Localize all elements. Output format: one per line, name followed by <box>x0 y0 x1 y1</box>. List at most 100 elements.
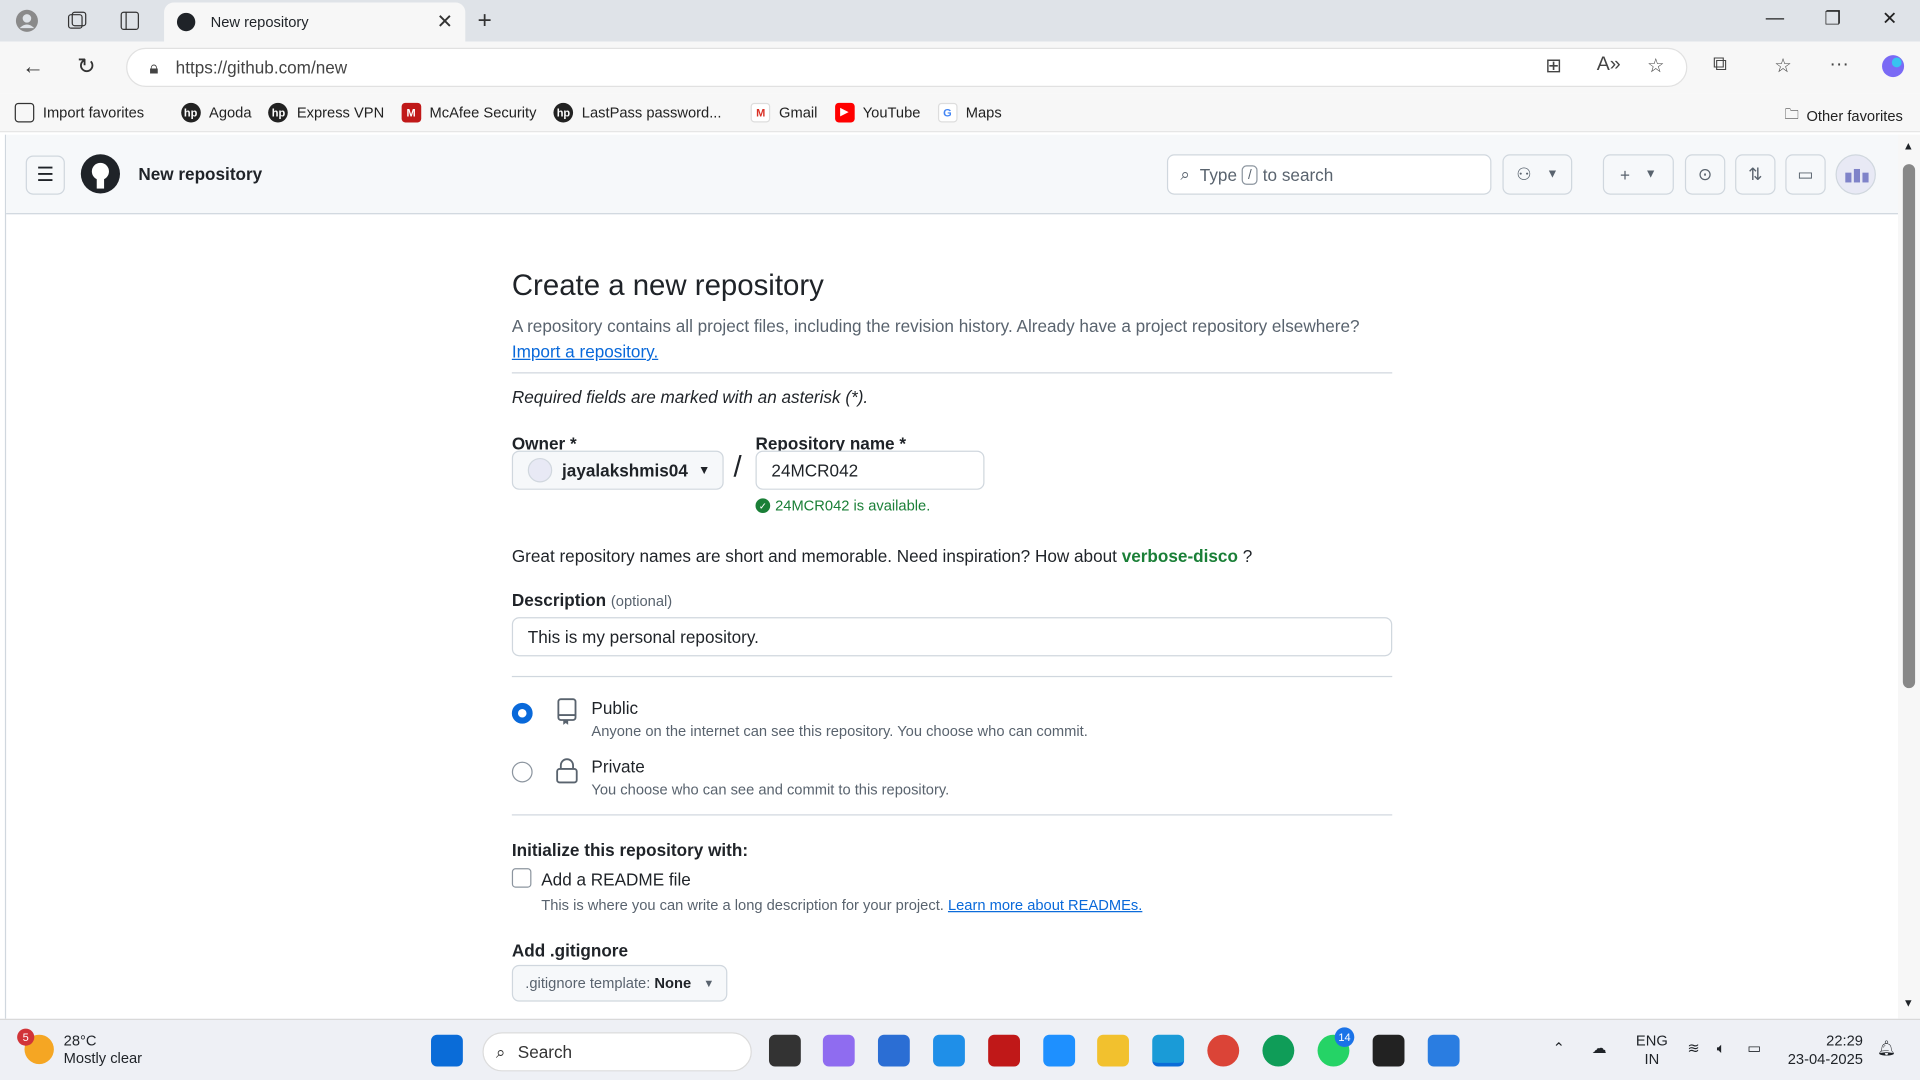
battery-icon[interactable]: ▭ <box>1747 1040 1761 1058</box>
avatar[interactable] <box>1835 154 1876 195</box>
lock-icon: 🔒︎ <box>149 56 159 77</box>
page-scrollbar[interactable]: ▲ ▼ <box>1897 134 1920 1019</box>
restore-icon[interactable]: ❐ <box>1824 7 1840 30</box>
browser-tab-bar: New repository ✕ + — ❐ ✕ <box>0 0 1920 42</box>
scroll-thumb[interactable] <box>1902 164 1916 689</box>
repo-name-input[interactable]: 24MCR042 <box>755 450 985 490</box>
github-logo-icon[interactable] <box>80 154 120 194</box>
whatsapp-icon[interactable]: 14 <box>1317 1027 1355 1067</box>
profile-icon[interactable] <box>15 9 39 33</box>
public-radio[interactable] <box>511 702 533 724</box>
minimize-icon[interactable]: — <box>1766 7 1784 28</box>
description-input[interactable]: This is my personal repository. <box>511 617 1393 657</box>
visibility-private[interactable]: Private You choose who can see and commi… <box>511 757 949 798</box>
close-tab-icon[interactable]: ✕ <box>437 10 453 34</box>
chrome-profile-icon[interactable] <box>1262 1034 1295 1067</box>
search-icon: ⌕ <box>495 1041 506 1062</box>
pull-requests-icon[interactable]: ⇅ <box>1735 154 1776 195</box>
refresh-icon[interactable]: ↻ <box>77 54 95 80</box>
terminal-icon[interactable] <box>1372 1034 1405 1067</box>
show-hidden-icons[interactable]: ⌃ <box>1553 1040 1565 1058</box>
language-indicator[interactable]: ENG IN <box>1636 1032 1668 1069</box>
mcafee-icon[interactable] <box>988 1034 1020 1067</box>
url-field[interactable]: 🔒︎ https://github.com/new <box>126 47 1688 87</box>
task-view-icon[interactable] <box>768 1034 801 1067</box>
close-window-icon[interactable]: ✕ <box>1882 7 1897 30</box>
hp-icon: hp <box>553 102 574 122</box>
mcafee-icon: M <box>401 102 421 122</box>
more-icon[interactable]: ··· <box>1829 54 1849 76</box>
import-repository-link[interactable]: Import a repository. <box>512 342 658 362</box>
app-available-icon[interactable]: ⊞ <box>1545 54 1561 78</box>
search-input[interactable]: ⌕ Type / to search <box>1166 154 1492 195</box>
visibility-public[interactable]: Public Anyone on the internet can see th… <box>511 698 1088 740</box>
vertical-tabs-icon[interactable] <box>118 9 142 33</box>
read-aloud-icon[interactable]: A» <box>1597 54 1621 76</box>
folder-icon: 🗀 <box>1784 105 1800 123</box>
gitignore-label: Add .gitignore <box>511 940 629 960</box>
notifications-icon[interactable]: 🔔︎ <box>1877 1040 1896 1058</box>
active-tab[interactable]: New repository ✕ <box>164 2 466 42</box>
collections-icon[interactable] <box>65 9 89 33</box>
form-title: Create a new repository <box>511 269 824 303</box>
chrome-icon[interactable] <box>1207 1034 1240 1067</box>
init-label: Initialize this repository with: <box>511 840 749 860</box>
weather-widget[interactable]: 5 28°C Mostly clear <box>17 1028 142 1067</box>
chevron-down-icon: ▼ <box>1546 167 1559 182</box>
start-icon[interactable] <box>431 1034 463 1067</box>
taskbar-search[interactable]: ⌕ Search <box>482 1032 752 1072</box>
divider <box>511 675 1393 678</box>
scroll-down-icon[interactable]: ▼ <box>1903 997 1914 1009</box>
inbox-icon[interactable]: ▭ <box>1785 154 1826 195</box>
clock[interactable]: 22:29 23-04-2025 <box>1788 1032 1863 1069</box>
description-label: Description (optional) <box>511 590 673 610</box>
private-radio[interactable] <box>511 761 533 783</box>
store-icon[interactable] <box>877 1034 910 1067</box>
myhp-icon[interactable] <box>933 1034 965 1067</box>
app-icon[interactable] <box>1427 1034 1460 1067</box>
fav-lastpass[interactable]: hp LastPass password... <box>553 102 721 122</box>
owner-select[interactable]: jayalakshmis04 ▼ <box>511 450 724 490</box>
gitignore-select[interactable]: .gitignore template: None ▼ <box>511 964 728 1002</box>
other-favorites[interactable]: 🗀 Other favorites <box>1784 103 1902 129</box>
readme-checkbox[interactable] <box>511 868 532 888</box>
form-subtitle: A repository contains all project files,… <box>511 315 1360 362</box>
help-icon[interactable] <box>1043 1034 1076 1067</box>
chevron-down-icon: ▼ <box>698 463 711 477</box>
fav-gmail[interactable]: M Gmail <box>750 102 817 122</box>
fav-expressvpn[interactable]: hp Express VPN <box>268 102 384 122</box>
favorite-star-icon[interactable]: ☆ <box>1647 54 1665 78</box>
scroll-up-icon[interactable]: ▲ <box>1903 140 1914 152</box>
fav-maps[interactable]: G Maps <box>937 102 1002 122</box>
volume-icon[interactable]: 🔈︎ <box>1717 1040 1726 1058</box>
address-bar-row: ← ↻ 🔒︎ https://github.com/new ⊞ A» ☆ ⧉ ☆… <box>0 41 1920 94</box>
new-tab-icon[interactable]: + <box>478 7 492 35</box>
wifi-icon[interactable]: ≋ <box>1687 1040 1699 1058</box>
readme-learn-more-link[interactable]: Learn more about READMEs. <box>948 896 1142 913</box>
tab-title: New repository <box>210 13 309 31</box>
copilot-icon: ⚇ <box>1516 164 1532 184</box>
windows-taskbar: 5 28°C Mostly clear ⌕ Search 14 ⌃ ☁ ENG <box>0 1018 1920 1080</box>
readme-label: Add a README file <box>541 869 691 889</box>
lock-icon <box>555 757 579 786</box>
onedrive-icon[interactable]: ☁ <box>1592 1040 1607 1058</box>
fav-import[interactable]: Import favorites <box>14 102 144 122</box>
copilot-icon[interactable] <box>1881 54 1905 85</box>
fav-mcafee[interactable]: M McAfee Security <box>401 102 536 122</box>
menu-icon[interactable]: ☰ <box>25 155 65 195</box>
fav-youtube[interactable]: ▶ YouTube <box>834 102 920 122</box>
issues-icon[interactable]: ⊙ <box>1684 154 1726 195</box>
back-icon[interactable]: ← <box>22 54 44 80</box>
copilot-app-icon[interactable] <box>822 1034 855 1067</box>
name-suggestion: Great repository names are short and mem… <box>511 546 1253 566</box>
fav-agoda[interactable]: hp Agoda <box>180 102 252 122</box>
copilot-button[interactable]: ⚇ ▼ <box>1502 154 1573 195</box>
favorites-icon[interactable]: ☆ <box>1774 54 1792 78</box>
edge-icon[interactable] <box>1152 1034 1185 1067</box>
divider <box>511 372 1393 374</box>
extensions-icon[interactable]: ⧉ <box>1713 54 1727 76</box>
file-explorer-icon[interactable] <box>1097 1034 1129 1067</box>
suggested-name[interactable]: verbose-disco <box>1122 546 1238 566</box>
github-favicon-icon <box>176 12 196 32</box>
create-new-button[interactable]: + ▼ <box>1602 154 1674 195</box>
